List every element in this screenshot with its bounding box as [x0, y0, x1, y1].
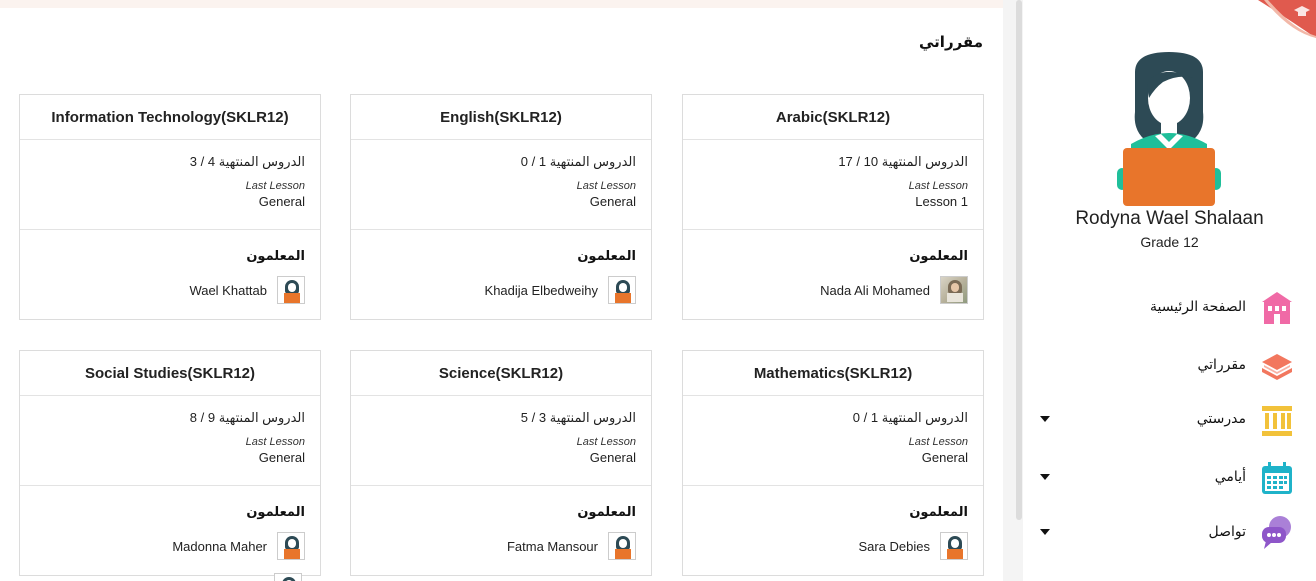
nav-item-contact[interactable]: تواصل — [1023, 513, 1316, 553]
teacher-name: Nada Ali Mohamed — [820, 282, 930, 298]
nav-item-my-courses[interactable]: مقرراتي — [1023, 346, 1316, 386]
teacher-entry[interactable]: Sara Debies — [698, 532, 968, 560]
institution-columns-icon — [1260, 402, 1294, 438]
nav-label: تواصل — [1208, 523, 1246, 539]
lessons-completed: الدروس المنتهية 1 / 0 — [520, 154, 636, 169]
teacher-avatar-icon — [274, 573, 302, 581]
chevron-down-icon[interactable] — [1040, 416, 1050, 422]
page-title: مقرراتي — [919, 34, 983, 51]
nav-label: مدرستي — [1196, 410, 1246, 426]
chat-bubbles-icon — [1260, 515, 1294, 551]
graduation-cap-icon[interactable] — [1250, 0, 1316, 38]
nav-item-home[interactable]: الصفحة الرئيسية — [1023, 288, 1316, 328]
course-title[interactable]: Mathematics(SKLR12) — [683, 351, 983, 396]
nav-label: أيامي — [1214, 468, 1246, 484]
teacher-entry[interactable]: Wael Khattab — [35, 276, 305, 304]
teacher-avatar-icon — [277, 532, 305, 560]
last-lesson-label: Last Lesson — [576, 436, 636, 448]
last-lesson-label: Last Lesson — [908, 180, 968, 192]
teacher-photo-avatar — [940, 276, 968, 304]
last-lesson-value: Lesson 1 — [915, 194, 968, 209]
lessons-completed: الدروس المنتهية 10 / 17 — [838, 154, 968, 169]
teacher-entry[interactable]: Nada Ali Mohamed — [698, 276, 968, 304]
course-card-social-studies[interactable]: Social Studies(SKLR12) الدروس المنتهية 9… — [19, 350, 321, 576]
course-card-information-technology[interactable]: Information Technology(SKLR12) الدروس ال… — [19, 94, 321, 320]
teachers-label: المعلمون — [577, 248, 636, 263]
sidebar: Rodyna Wael Shalaan Grade 12 الصفحة الرئ… — [1023, 0, 1316, 581]
teacher-name: Madonna Maher — [172, 538, 267, 554]
nav-label: مقرراتي — [1197, 356, 1246, 372]
course-title[interactable]: Information Technology(SKLR12) — [20, 95, 320, 140]
lessons-completed: الدروس المنتهية 1 / 0 — [852, 410, 968, 425]
course-title[interactable]: Arabic(SKLR12) — [683, 95, 983, 140]
teacher-entry[interactable]: Fatma Mansour — [366, 532, 636, 560]
teacher-entry[interactable]: Khadija Elbedweihy — [366, 276, 636, 304]
teachers-label: المعلمون — [246, 248, 305, 263]
lessons-completed: الدروس المنتهية 9 / 8 — [189, 410, 305, 425]
teachers-label: المعلمون — [909, 504, 968, 519]
teacher-avatar-icon — [940, 532, 968, 560]
last-lesson-label: Last Lesson — [245, 436, 305, 448]
books-stack-icon — [1260, 348, 1294, 384]
main-scrollbar[interactable] — [1003, 0, 1023, 581]
teacher-avatar-icon — [608, 276, 636, 304]
user-name: Rodyna Wael Shalaan — [1075, 208, 1264, 229]
last-lesson-label: Last Lesson — [576, 180, 636, 192]
scrollbar-thumb[interactable] — [1016, 0, 1022, 520]
teachers-label: المعلمون — [246, 504, 305, 519]
school-building-icon — [1260, 290, 1294, 326]
lessons-completed: الدروس المنتهية 4 / 3 — [189, 154, 305, 169]
teacher-name: Khadija Elbedweihy — [484, 282, 598, 298]
last-lesson-label: Last Lesson — [245, 180, 305, 192]
main-panel: مقرراتي Arabic(SKLR12) الدروس المنتهية 1… — [0, 8, 1003, 581]
chevron-down-icon[interactable] — [1040, 529, 1050, 535]
top-strip — [0, 0, 1003, 8]
last-lesson-label: Last Lesson — [908, 436, 968, 448]
course-title[interactable]: Social Studies(SKLR12) — [20, 351, 320, 396]
course-title[interactable]: English(SKLR12) — [351, 95, 651, 140]
last-lesson-value: General — [921, 450, 968, 465]
lessons-completed: الدروس المنتهية 3 / 5 — [520, 410, 636, 425]
calendar-icon — [1260, 460, 1294, 496]
nav-item-my-days[interactable]: أيامي — [1023, 458, 1316, 498]
course-title[interactable]: Science(SKLR12) — [351, 351, 651, 396]
nav-item-my-school[interactable]: مدرستي — [1023, 400, 1316, 440]
course-card-mathematics[interactable]: Mathematics(SKLR12) الدروس المنتهية 1 / … — [682, 350, 984, 576]
teacher-avatar-icon — [277, 276, 305, 304]
teacher-avatar-icon — [608, 532, 636, 560]
last-lesson-value: General — [258, 194, 305, 209]
teachers-label: المعلمون — [909, 248, 968, 263]
teacher-name: Sara Debies — [858, 538, 930, 554]
chevron-down-icon[interactable] — [1040, 474, 1050, 480]
last-lesson-value: General — [589, 450, 636, 465]
last-lesson-value: General — [258, 450, 305, 465]
user-avatar[interactable] — [1113, 52, 1225, 208]
teacher-entry[interactable]: Madonna Maher — [35, 532, 305, 560]
course-card-science[interactable]: Science(SKLR12) الدروس المنتهية 3 / 5 La… — [350, 350, 652, 576]
teachers-label: المعلمون — [577, 504, 636, 519]
nav-label: الصفحة الرئيسية — [1149, 298, 1246, 314]
course-card-english[interactable]: English(SKLR12) الدروس المنتهية 1 / 0 La… — [350, 94, 652, 320]
teacher-name: Wael Khattab — [189, 282, 267, 298]
course-card-arabic[interactable]: Arabic(SKLR12) الدروس المنتهية 10 / 17 L… — [682, 94, 984, 320]
last-lesson-value: General — [589, 194, 636, 209]
user-grade: Grade 12 — [1140, 234, 1199, 250]
teacher-name: Fatma Mansour — [506, 538, 598, 554]
